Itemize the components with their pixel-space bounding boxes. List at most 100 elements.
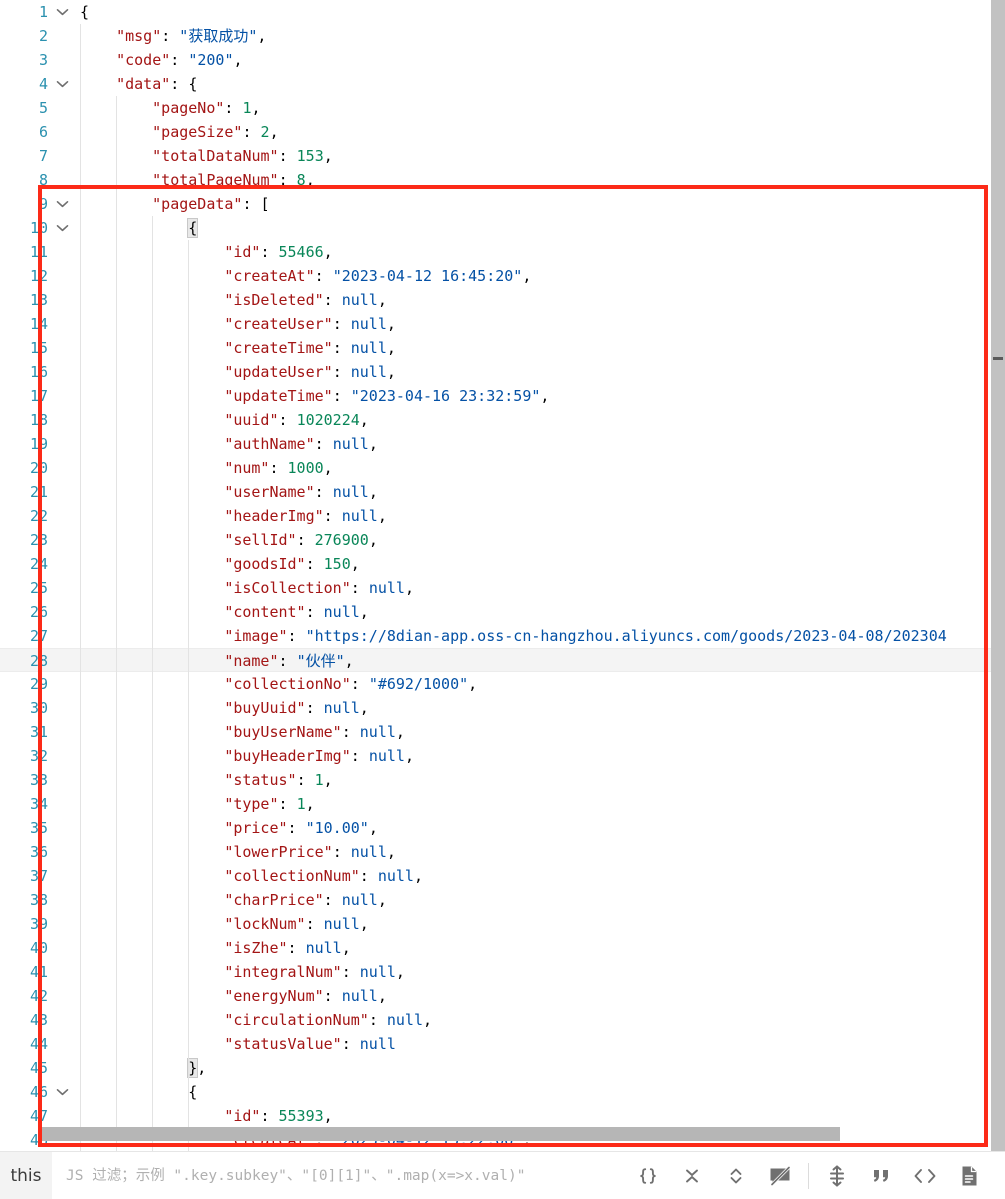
fold-chevron-down-icon[interactable]: [56, 216, 72, 240]
line-number: 2: [38, 27, 48, 45]
code-line[interactable]: 9 "pageData": [: [0, 192, 1005, 216]
code-line[interactable]: 8 "totalPageNum": 8,: [0, 168, 1005, 192]
code-line[interactable]: 14 "createUser": null,: [0, 312, 1005, 336]
indent-guide: [80, 24, 81, 1151]
code-line[interactable]: 30 "buyUuid": null,: [0, 696, 1005, 720]
sort-icon[interactable]: [815, 1152, 859, 1199]
line-number: 36: [29, 843, 48, 861]
code-line[interactable]: 39 "lockNum": null,: [0, 912, 1005, 936]
code-text: "uuid": 1020224,: [224, 411, 369, 429]
collapse-all-icon[interactable]: [670, 1152, 714, 1199]
indent-guide: [152, 216, 154, 1151]
code-line[interactable]: 12 "createAt": "2023-04-12 16:45:20",: [0, 264, 1005, 288]
code-line[interactable]: 2 "msg": "获取成功",: [0, 24, 1005, 48]
line-number: 17: [29, 387, 48, 405]
vertical-scrollbar-thumb[interactable]: [993, 357, 1003, 360]
code-line[interactable]: 13 "isDeleted": null,: [0, 288, 1005, 312]
line-number: 29: [29, 675, 48, 693]
code-line[interactable]: 34 "type": 1,: [0, 792, 1005, 816]
fold-chevron-down-icon[interactable]: [56, 0, 72, 24]
code-line[interactable]: 7 "totalDataNum": 153,: [0, 144, 1005, 168]
code-text: "pageData": [: [152, 195, 270, 213]
line-number: 7: [38, 147, 48, 165]
line-number: 20: [29, 459, 48, 477]
code-line[interactable]: 22 "headerImg": null,: [0, 504, 1005, 528]
quotes-icon[interactable]: [859, 1152, 903, 1199]
code-text: "buyHeaderImg": null,: [224, 747, 414, 765]
line-number: 21: [29, 483, 48, 501]
code-line[interactable]: 36 "lowerPrice": null,: [0, 840, 1005, 864]
line-number: 43: [29, 1011, 48, 1029]
code-line[interactable]: 45},: [0, 1056, 1005, 1080]
filter-bar: this: [0, 1151, 1005, 1199]
line-number: 15: [29, 339, 48, 357]
code-brackets-icon[interactable]: [903, 1152, 947, 1199]
code-text: "lowerPrice": null,: [224, 843, 396, 861]
code-line[interactable]: 42 "energyNum": null,: [0, 984, 1005, 1008]
code-line[interactable]: 25 "isCollection": null,: [0, 576, 1005, 600]
toolbar-icons: [626, 1152, 1005, 1199]
line-number: 44: [29, 1035, 48, 1053]
code-line[interactable]: 11 "id": 55466,: [0, 240, 1005, 264]
code-line[interactable]: 5 "pageNo": 1,: [0, 96, 1005, 120]
code-line[interactable]: 28 "name": "伙伴",: [0, 648, 1005, 672]
horizontal-scrollbar-thumb[interactable]: [40, 1127, 840, 1141]
expand-all-icon[interactable]: [714, 1152, 758, 1199]
format-braces-icon[interactable]: [626, 1152, 670, 1199]
horizontal-scrollbar[interactable]: [40, 1127, 990, 1141]
code-line[interactable]: 27 "image": "https://8dian-app.oss-cn-han…: [0, 624, 1005, 648]
line-number: 13: [29, 291, 48, 309]
code-line[interactable]: 44 "statusValue": null: [0, 1032, 1005, 1056]
code-line[interactable]: 33 "status": 1,: [0, 768, 1005, 792]
code-line[interactable]: 15 "createTime": null,: [0, 336, 1005, 360]
code-line[interactable]: 43 "circulationNum": null,: [0, 1008, 1005, 1032]
line-number: 38: [29, 891, 48, 909]
code-line[interactable]: 10 {: [0, 216, 1005, 240]
code-line[interactable]: 37 "collectionNum": null,: [0, 864, 1005, 888]
code-line[interactable]: 21 "userName": null,: [0, 480, 1005, 504]
code-line[interactable]: 26 "content": null,: [0, 600, 1005, 624]
code-line[interactable]: 24 "goodsId": 150,: [0, 552, 1005, 576]
document-icon[interactable]: [947, 1152, 991, 1199]
code-line[interactable]: 41 "integralNum": null,: [0, 960, 1005, 984]
code-text: "buyUuid": null,: [224, 699, 369, 717]
line-number: 34: [29, 795, 48, 813]
code-line[interactable]: 16 "updateUser": null,: [0, 360, 1005, 384]
code-line[interactable]: 20 "num": 1000,: [0, 456, 1005, 480]
code-lines[interactable]: 1{ 2 "msg": "获取成功", 3 "code": "200", 4 "data":…: [0, 0, 1005, 1151]
line-number: 47: [29, 1107, 48, 1125]
code-line[interactable]: 40 "isZhe": null,: [0, 936, 1005, 960]
code-text: "updateUser": null,: [224, 363, 396, 381]
code-line[interactable]: 46 {: [0, 1080, 1005, 1104]
fold-chevron-down-icon[interactable]: [56, 192, 72, 216]
this-scope-button[interactable]: this: [0, 1152, 52, 1199]
code-line[interactable]: 32 "buyHeaderImg": null,: [0, 744, 1005, 768]
code-text: "msg": "获取成功",: [116, 27, 267, 45]
code-line[interactable]: 23 "sellId": 276900,: [0, 528, 1005, 552]
code-line[interactable]: 38 "charPrice": null,: [0, 888, 1005, 912]
line-number: 4: [38, 75, 48, 93]
indent-guide: [116, 96, 118, 1151]
toolbar-separator: [808, 1162, 809, 1189]
code-line[interactable]: 6 "pageSize": 2,: [0, 120, 1005, 144]
code-line[interactable]: 29 "collectionNo": "#692/1000",: [0, 672, 1005, 696]
line-number: 18: [29, 411, 48, 429]
fold-chevron-down-icon[interactable]: [56, 1080, 72, 1104]
code-text: "headerImg": null,: [224, 507, 387, 525]
code-line[interactable]: 1{: [0, 0, 1005, 24]
vertical-scrollbar[interactable]: [991, 0, 1005, 1151]
fold-chevron-down-icon[interactable]: [56, 72, 72, 96]
code-line[interactable]: 17 "updateTime": "2023-04-16 23:32:59",: [0, 384, 1005, 408]
code-line[interactable]: 35 "price": "10.00",: [0, 816, 1005, 840]
code-line[interactable]: 19 "authName": null,: [0, 432, 1005, 456]
code-line[interactable]: 4 "data": {: [0, 72, 1005, 96]
line-number: 42: [29, 987, 48, 1005]
js-filter-input[interactable]: [52, 1152, 626, 1199]
code-line[interactable]: 18 "uuid": 1020224,: [0, 408, 1005, 432]
code-line[interactable]: 31 "buyUserName": null,: [0, 720, 1005, 744]
code-text: "statusValue": null: [224, 1035, 396, 1053]
hide-comments-icon[interactable]: [758, 1152, 802, 1199]
code-line[interactable]: 3 "code": "200",: [0, 48, 1005, 72]
code-editor[interactable]: 1{ 2 "msg": "获取成功", 3 "code": "200", 4 "data":…: [0, 0, 1005, 1151]
code-line[interactable]: 47 "id": 55393,: [0, 1104, 1005, 1128]
